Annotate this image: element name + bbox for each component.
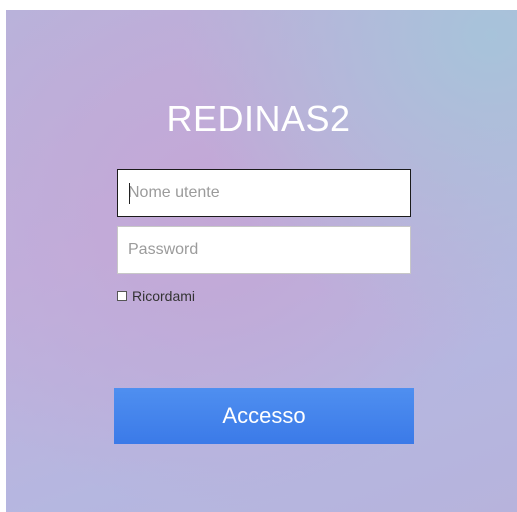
app-title: REDINAS2: [166, 98, 351, 139]
password-input[interactable]: [118, 227, 410, 273]
login-button[interactable]: Accesso: [114, 388, 414, 444]
text-caret: [129, 183, 130, 204]
username-input[interactable]: [118, 170, 410, 216]
password-field[interactable]: [117, 226, 411, 274]
remember-me[interactable]: Ricordami: [117, 288, 195, 304]
remember-checkbox[interactable]: [117, 291, 127, 301]
username-field[interactable]: [117, 169, 411, 217]
remember-label: Ricordami: [132, 288, 196, 304]
